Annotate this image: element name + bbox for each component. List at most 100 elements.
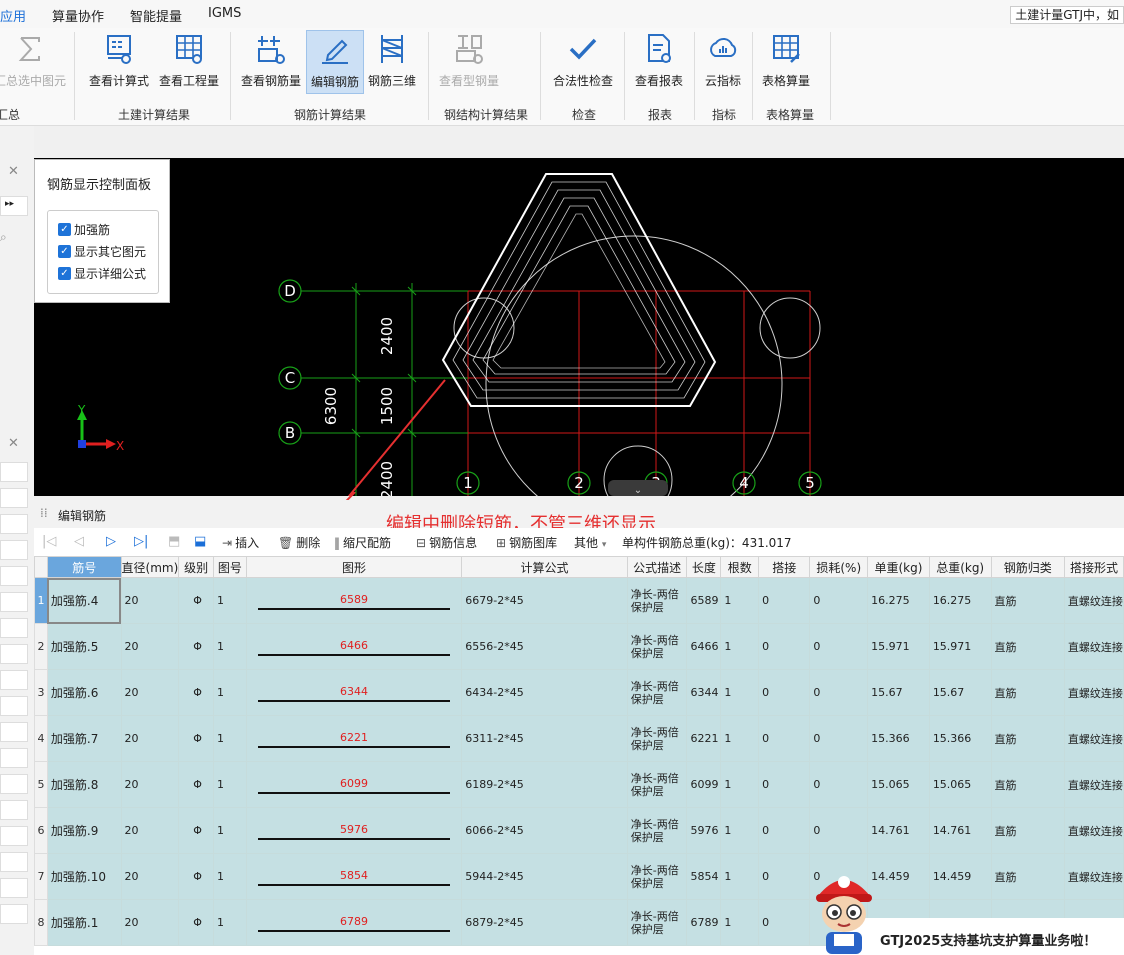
next-record-icon[interactable]: ▷ — [106, 534, 116, 549]
view-report-button[interactable]: 查看报表 — [626, 30, 692, 94]
cell-unit[interactable]: 14.761 — [867, 807, 930, 854]
cell-dia[interactable]: 20 — [120, 577, 180, 624]
cell-total[interactable]: 15.67 — [928, 669, 992, 716]
table-row[interactable]: 1 加强筋.4 20 Φ 1 6589 6679-2*45 净长-两倍保护层 6589 1 0 0 16… — [34, 577, 1124, 624]
cell-formula[interactable]: 6189-2*45 — [461, 761, 628, 808]
cell-len[interactable]: 5976 — [686, 807, 722, 854]
cell-lap[interactable]: 0 — [758, 623, 811, 670]
cell-len[interactable]: 6221 — [686, 715, 722, 762]
cell-count[interactable]: 1 — [720, 669, 760, 716]
delete-button[interactable]: 🗑 删除 — [278, 534, 320, 551]
cloud-index-button[interactable]: 云指标 — [698, 30, 748, 94]
cell-name[interactable]: 加强筋.6 — [46, 669, 122, 716]
cell-fig[interactable]: 1 — [213, 807, 247, 854]
cell-dia[interactable]: 20 — [120, 669, 180, 716]
cell-cat[interactable]: 直筋 — [990, 669, 1065, 716]
cell-cat[interactable]: 直筋 — [990, 853, 1065, 900]
table-row[interactable]: 6 加强筋.9 20 Φ 1 5976 6066-2*45 净长-两倍保护层 5976 1 0 0 14… — [34, 807, 1124, 854]
column-header[interactable]: 总重(kg) — [928, 556, 992, 578]
side-field[interactable] — [0, 540, 28, 560]
cell-grade[interactable]: Φ — [178, 715, 215, 762]
rebar-info-button[interactable]: ⊟ 钢筋信息 — [416, 534, 477, 551]
cell-len[interactable]: 6344 — [686, 669, 722, 716]
prev-record-icon[interactable]: ◁ — [74, 534, 84, 549]
cell-desc[interactable]: 净长-两倍保护层 — [626, 577, 688, 624]
side-field[interactable] — [0, 566, 28, 586]
rebar-shape-cell[interactable]: 6344 — [245, 669, 463, 716]
cell-lap-type[interactable]: 直螺纹连接 — [1063, 807, 1124, 854]
table-row[interactable]: 3 加强筋.6 20 Φ 1 6344 6434-2*45 净长-两倍保护层 6344 1 0 0 15… — [34, 669, 1124, 716]
other-dropdown[interactable]: 其他 ▾ — [574, 534, 606, 551]
cell-total[interactable]: 14.459 — [928, 853, 992, 900]
cell-fig[interactable]: 1 — [213, 899, 247, 946]
cell-len[interactable]: 6466 — [686, 623, 722, 670]
table-row[interactable]: 4 加强筋.7 20 Φ 1 6221 6311-2*45 净长-两倍保护层 6221 1 0 0 15… — [34, 715, 1124, 762]
cell-len[interactable]: 6099 — [686, 761, 722, 808]
column-header[interactable]: 搭接 — [758, 556, 811, 578]
cell-name[interactable]: 加强筋.5 — [46, 623, 122, 670]
menu-item-collab[interactable]: 算量协作 — [52, 6, 104, 25]
menu-item-smart[interactable]: 智能提量 — [130, 6, 182, 25]
cell-formula[interactable]: 6434-2*45 — [461, 669, 628, 716]
cell-cat[interactable]: 直筋 — [990, 807, 1065, 854]
cell-loss[interactable]: 0 — [809, 623, 869, 670]
column-header[interactable]: 钢筋归类 — [990, 556, 1065, 578]
cell-dia[interactable]: 20 — [120, 715, 180, 762]
side-field[interactable] — [0, 774, 28, 794]
column-header[interactable]: 直径(mm) — [120, 556, 180, 578]
cell-lap-type[interactable]: 直螺纹连接 — [1063, 623, 1124, 670]
drag-grip-icon[interactable]: ⁞⁞ — [40, 506, 48, 520]
cell-lap[interactable]: 0 — [758, 761, 811, 808]
view-rebar-button[interactable]: 查看钢筋量 — [236, 30, 306, 94]
search-icon[interactable]: ⌕ — [0, 230, 7, 245]
cell-lap[interactable]: 0 — [758, 853, 811, 900]
view-steel-button[interactable]: 查看型钢量 — [434, 30, 504, 94]
cell-fig[interactable]: 1 — [213, 715, 247, 762]
first-record-icon[interactable]: |◁ — [42, 534, 56, 549]
column-header[interactable]: 长度 — [686, 556, 722, 578]
rebar-shape-cell[interactable]: 5854 — [245, 853, 463, 900]
cell-grade[interactable]: Φ — [178, 761, 215, 808]
close-icon[interactable]: ✕ — [8, 164, 19, 179]
scale-config-button[interactable]: ‖ 缩尺配筋 — [334, 534, 391, 551]
column-header[interactable]: 计算公式 — [461, 556, 628, 578]
row-number[interactable]: 6 — [34, 807, 48, 854]
cell-loss[interactable]: 0 — [809, 577, 869, 624]
cell-total[interactable]: 14.761 — [928, 807, 992, 854]
cell-lap[interactable]: 0 — [758, 807, 811, 854]
cell-dia[interactable]: 20 — [120, 807, 180, 854]
column-header[interactable]: 级别 — [178, 556, 215, 578]
cell-unit[interactable]: 15.366 — [867, 715, 930, 762]
side-field[interactable] — [0, 514, 28, 534]
side-field[interactable] — [0, 852, 28, 872]
cell-fig[interactable]: 1 — [213, 669, 247, 716]
row-number[interactable]: 1 — [34, 577, 48, 624]
cell-dia[interactable]: 20 — [120, 899, 180, 946]
rebar-shape-cell[interactable]: 6221 — [245, 715, 463, 762]
side-field[interactable] — [0, 904, 28, 924]
checkbox-show-other[interactable]: ✓ 显示其它图元 — [58, 243, 146, 260]
cell-formula[interactable]: 6311-2*45 — [461, 715, 628, 762]
cell-dia[interactable]: 20 — [120, 623, 180, 670]
cell-cat[interactable]: 直筋 — [990, 715, 1065, 762]
rebar-library-button[interactable]: ⊞ 钢筋图库 — [496, 534, 557, 551]
column-header[interactable]: 损耗(%) — [809, 556, 869, 578]
promo-banner[interactable]: GTJ2025支持基坑支护算量业务啦！ — [816, 876, 1124, 955]
cell-count[interactable]: 1 — [720, 853, 760, 900]
cell-lap-type[interactable]: 直螺纹连接 — [1063, 669, 1124, 716]
cell-lap[interactable]: 0 — [758, 669, 811, 716]
cell-cat[interactable]: 直筋 — [990, 577, 1065, 624]
column-header[interactable]: 单重(kg) — [867, 556, 930, 578]
cell-desc[interactable]: 净长-两倍保护层 — [626, 853, 688, 900]
cell-loss[interactable]: 0 — [809, 761, 869, 808]
cell-len[interactable]: 6589 — [686, 577, 722, 624]
cell-total[interactable]: 15.065 — [928, 761, 992, 808]
side-field[interactable] — [0, 826, 28, 846]
cell-total[interactable]: 15.971 — [928, 623, 992, 670]
column-header[interactable]: 图号 — [213, 556, 247, 578]
cell-loss[interactable]: 0 — [809, 807, 869, 854]
side-field[interactable] — [0, 592, 28, 612]
side-field[interactable] — [0, 644, 28, 664]
cell-fig[interactable]: 1 — [213, 853, 247, 900]
cell-desc[interactable]: 净长-两倍保护层 — [626, 807, 688, 854]
